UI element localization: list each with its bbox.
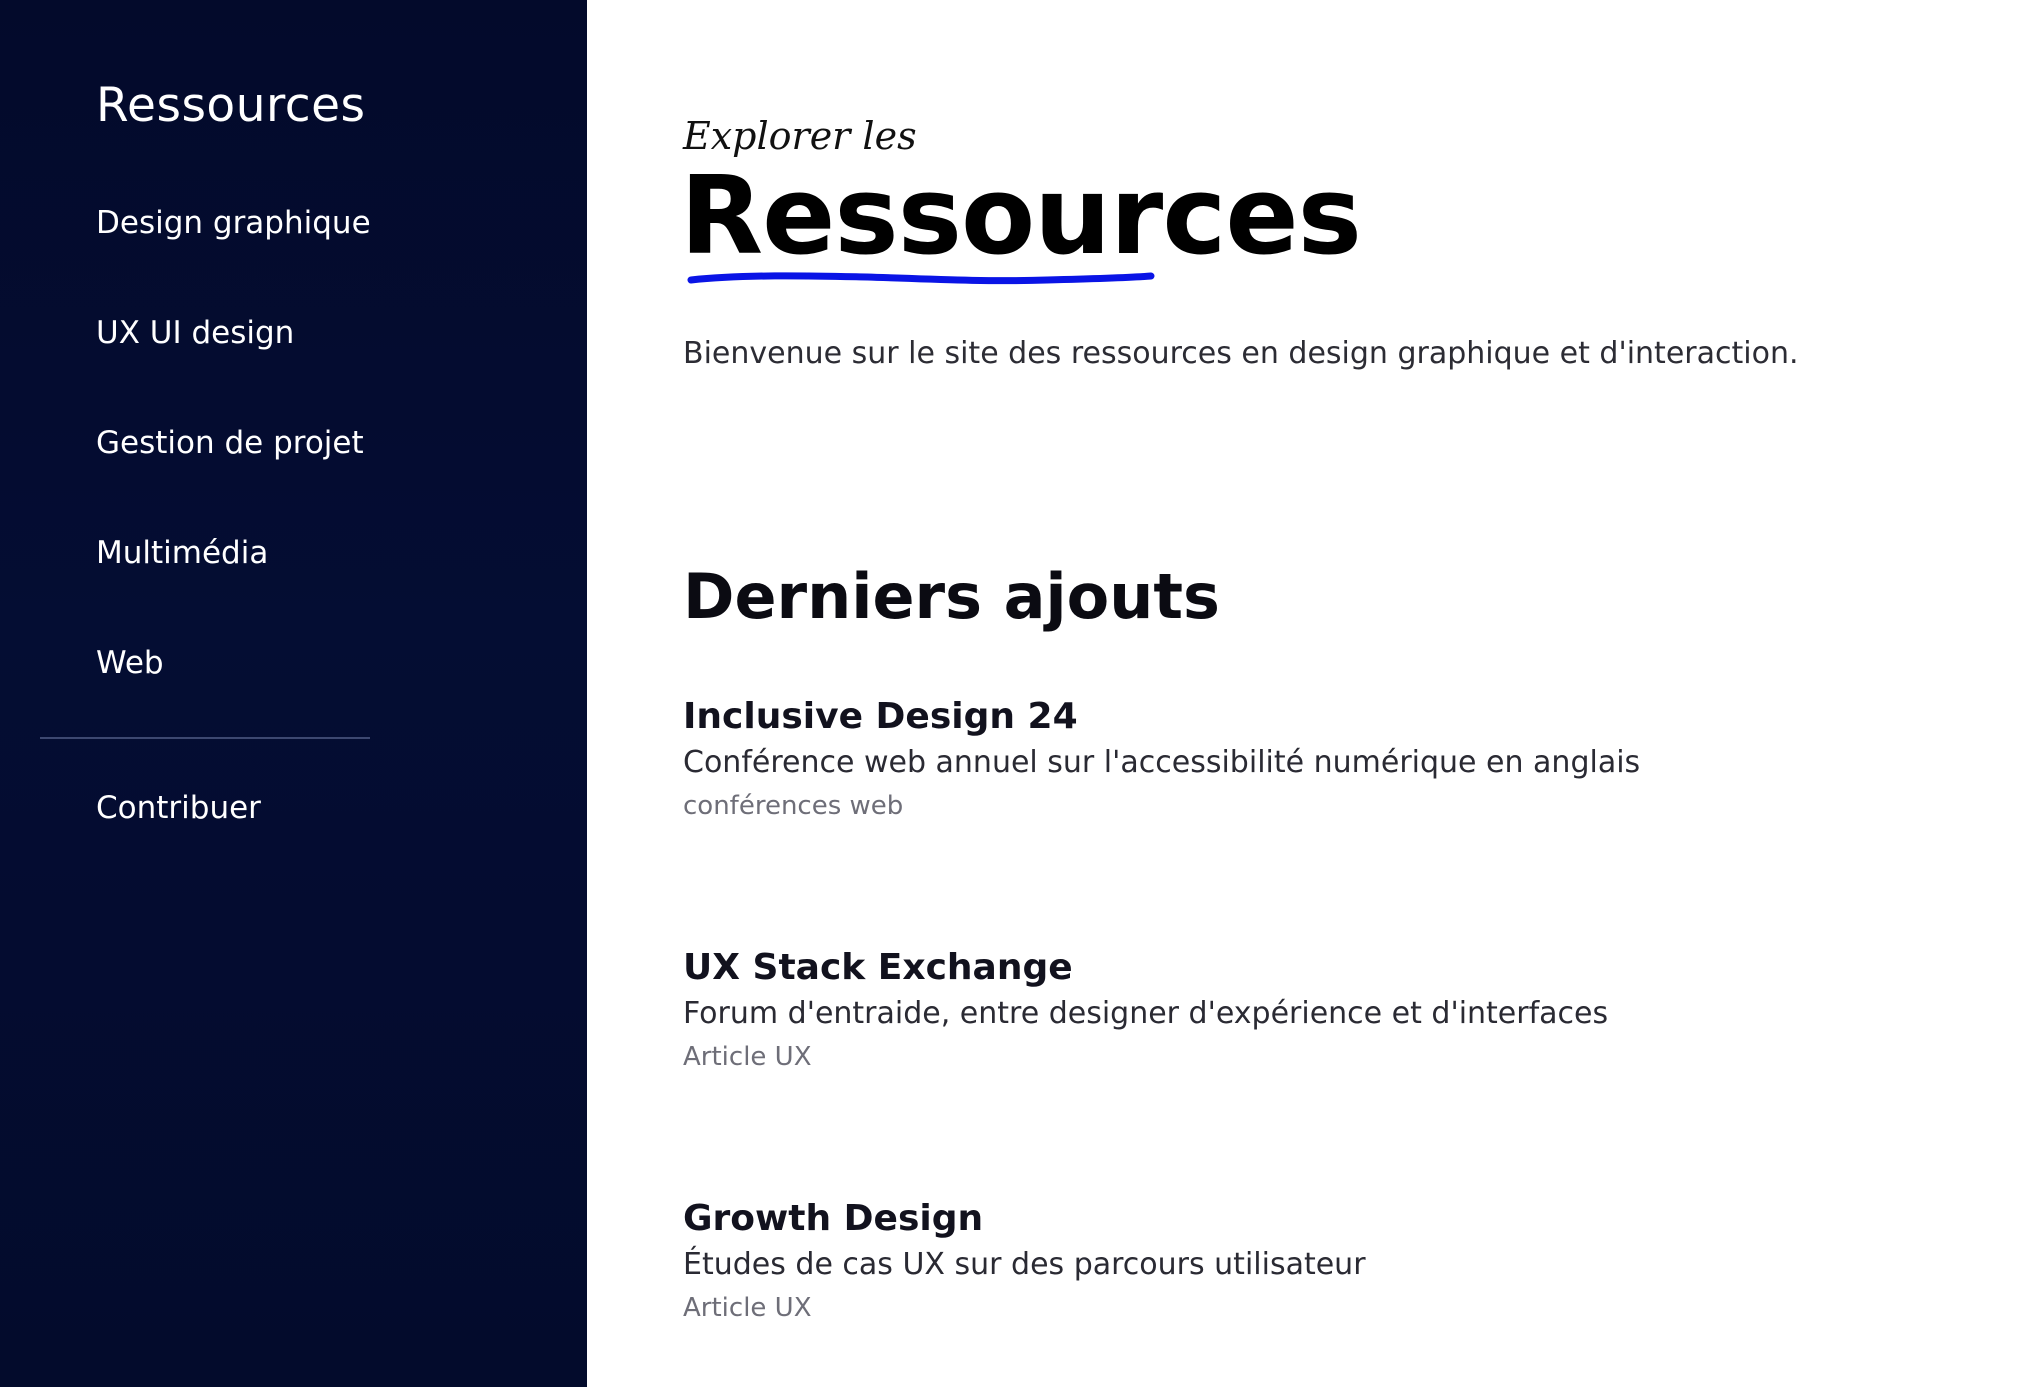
sidebar-item-web[interactable]: Web	[96, 645, 164, 681]
hero-eyebrow: Explorer les	[683, 114, 917, 158]
sidebar-title[interactable]: Ressources	[96, 78, 366, 133]
resource-tag: Article UX	[683, 1042, 812, 1072]
sidebar-item-gestion-de-projet[interactable]: Gestion de projet	[96, 425, 364, 461]
resource-title-link[interactable]: Inclusive Design 24	[683, 694, 1983, 739]
resource-description: Conférence web annuel sur l'accessibilit…	[683, 745, 1641, 780]
sidebar-item-multimedia[interactable]: Multimédia	[96, 535, 268, 571]
sidebar: Ressources Design graphique UX UI design…	[0, 0, 587, 1387]
main-content: Explorer les Ressources Bienvenue sur le…	[587, 0, 2039, 1387]
intro-text: Bienvenue sur le site des ressources en …	[683, 336, 1799, 371]
page-title: Ressources	[680, 154, 1362, 279]
resource-item: Inclusive Design 24 Conférence web annue…	[683, 694, 1983, 824]
resource-item: UX Stack Exchange Forum d'entraide, entr…	[683, 945, 1983, 1075]
resource-description: Forum d'entraide, entre designer d'expér…	[683, 996, 1609, 1031]
resource-title-link[interactable]: Growth Design	[683, 1196, 1983, 1241]
resource-tag: Article UX	[683, 1293, 812, 1323]
resource-description: Études de cas UX sur des parcours utilis…	[683, 1247, 1366, 1282]
latest-heading: Derniers ajouts	[683, 560, 1220, 633]
title-underline-decoration	[687, 272, 1155, 285]
resource-title-link[interactable]: UX Stack Exchange	[683, 945, 1983, 990]
sidebar-item-design-graphique[interactable]: Design graphique	[96, 205, 371, 241]
page: Ressources Design graphique UX UI design…	[0, 0, 2039, 1387]
sidebar-item-contribuer[interactable]: Contribuer	[96, 790, 261, 826]
resource-item: Growth Design Études de cas UX sur des p…	[683, 1196, 1983, 1326]
sidebar-item-ux-ui-design[interactable]: UX UI design	[96, 315, 294, 351]
resource-tag: conférences web	[683, 791, 904, 821]
sidebar-divider	[40, 737, 370, 739]
